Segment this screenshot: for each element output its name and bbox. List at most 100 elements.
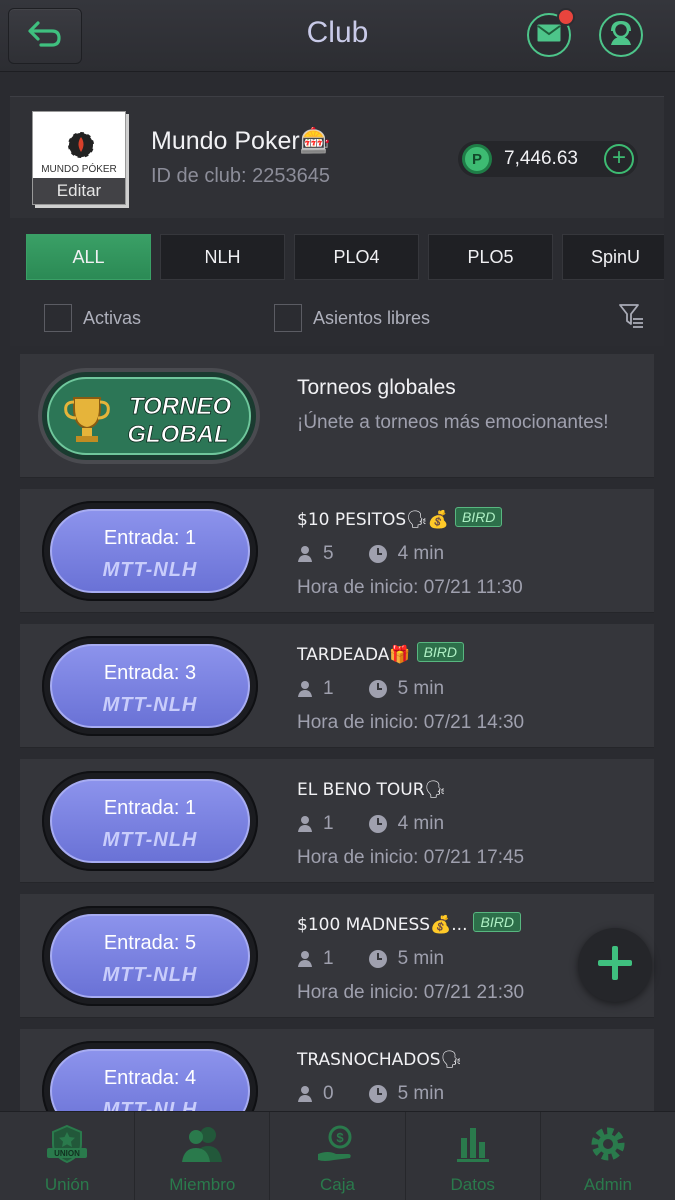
tournament-row[interactable]: Entrada: 4 MTT-NLH TRASNOCHADOS🗣 0 5 min: [20, 1029, 654, 1111]
mail-button[interactable]: [527, 8, 575, 57]
entry-button-face: Entrada: 5 MTT-NLH: [50, 914, 250, 998]
free-seats-checkbox[interactable]: [274, 304, 302, 332]
start-time: Hora de inicio: 07/21 11:30: [297, 577, 523, 598]
tournament-row[interactable]: Entrada: 3 MTT-NLH TARDEADA🎁 BIRD 1 5 min…: [20, 624, 654, 748]
union-shield-icon: UNION: [43, 1124, 91, 1169]
poker-chip-logo-icon: [66, 130, 96, 165]
blind-duration: 5 min: [397, 1083, 445, 1104]
tournament-name: TARDEADA🎁: [297, 645, 411, 665]
game-type: MTT-NLH: [102, 1099, 198, 1111]
entry-fee: Entrada: 1: [103, 797, 197, 819]
active-filter[interactable]: Activas: [44, 304, 141, 332]
start-time: Hora de inicio: 07/21 14:30: [297, 712, 525, 733]
bird-badge: BIRD: [416, 642, 465, 662]
tab-plo4[interactable]: PLO4: [294, 234, 419, 280]
tournament-row[interactable]: Entrada: 1 MTT-NLH $10 PESITOS🗣💰 BIRD 5 4…: [20, 489, 654, 613]
filter-panel: ALL NLH PLO4 PLO5 SpinU Activas Asientos…: [10, 218, 664, 346]
tournament-name-line: TARDEADA🎁 BIRD: [297, 642, 465, 666]
cashier-icon: $: [314, 1124, 362, 1169]
player-count: 0: [323, 1083, 334, 1104]
union-badge-text: UNION: [54, 1149, 80, 1158]
game-type: MTT-NLH: [102, 559, 198, 581]
player-count: 1: [323, 948, 334, 969]
person-icon: [297, 545, 313, 563]
tab-plo5[interactable]: PLO5: [428, 234, 553, 280]
tournament-stats: 5 4 min: [297, 543, 444, 565]
person-icon: [297, 680, 313, 698]
tournament-name-line: TRASNOCHADOS🗣: [297, 1047, 462, 1071]
global-tournaments-row[interactable]: TORNEO GLOBAL Torneos globales ¡Únete a …: [20, 354, 654, 478]
nav-cashier[interactable]: $ Caja: [270, 1112, 406, 1200]
entry-button[interactable]: Entrada: 1 MTT-NLH: [42, 771, 258, 871]
plus-icon: [595, 943, 635, 988]
active-checkbox[interactable]: [44, 304, 72, 332]
tournament-name: TRASNOCHADOS🗣: [297, 1050, 463, 1070]
balance-value: 7,446.63: [504, 148, 578, 169]
entry-fee: Entrada: 4: [103, 1067, 197, 1089]
tournament-name: EL BENO TOUR🗣: [297, 780, 447, 800]
torneo-global-badge: TORNEO GLOBAL: [38, 364, 260, 473]
entry-fee: Entrada: 5: [103, 932, 197, 954]
club-id: ID de club: 2253645: [151, 165, 331, 187]
svg-text:$: $: [336, 1130, 344, 1145]
nav-member[interactable]: Miembro: [135, 1112, 271, 1200]
global-tournaments-subtitle: ¡Únete a torneos más emocionantes!: [297, 412, 609, 433]
club-logo[interactable]: MUNDO PÓKER Editar: [32, 111, 126, 205]
game-type-tabs: ALL NLH PLO4 PLO5 SpinU: [26, 234, 664, 280]
tournament-row[interactable]: Entrada: 5 MTT-NLH $100 MADNESS💰... BIRD …: [20, 894, 654, 1018]
filter-icon[interactable]: [618, 302, 644, 335]
person-icon: [297, 815, 313, 833]
gear-icon: [584, 1124, 632, 1169]
bar-chart-icon: [449, 1124, 497, 1169]
tab-spinup[interactable]: SpinU: [562, 234, 664, 280]
coin-icon: P: [462, 144, 492, 174]
tournament-name-line: $100 MADNESS💰... BIRD: [297, 912, 521, 936]
blind-duration: 5 min: [397, 948, 445, 969]
tournament-stats: 0 5 min: [297, 1083, 444, 1105]
bottom-nav: UNION Unión Miembro $ Caja Datos Admin: [0, 1111, 675, 1200]
torneo-badge-line2: GLOBAL: [127, 421, 228, 448]
entry-button[interactable]: Entrada: 3 MTT-NLH: [42, 636, 258, 736]
top-bar: Club: [0, 0, 675, 72]
tournament-stats: 1 5 min: [297, 948, 444, 970]
tournament-name: $100 MADNESS💰...: [297, 915, 468, 935]
person-icon: [297, 1085, 313, 1103]
support-button[interactable]: [599, 13, 643, 57]
entry-button[interactable]: Entrada: 4 MTT-NLH: [42, 1041, 258, 1111]
blind-duration: 5 min: [397, 678, 445, 699]
entry-button[interactable]: Entrada: 5 MTT-NLH: [42, 906, 258, 1006]
entry-button-face: Entrada: 1 MTT-NLH: [50, 779, 250, 863]
tournament-name-line: $10 PESITOS🗣💰 BIRD: [297, 507, 503, 531]
tab-nlh[interactable]: NLH: [160, 234, 285, 280]
free-seats-filter[interactable]: Asientos libres: [274, 304, 430, 332]
balance-display: P 7,446.63 +: [458, 141, 638, 177]
start-time: Hora de inicio: 07/21 21:30: [297, 982, 525, 1003]
edit-logo-button[interactable]: Editar: [33, 178, 125, 204]
clock-icon: [368, 814, 388, 834]
add-balance-button[interactable]: +: [604, 144, 634, 174]
nav-data-label: Datos: [450, 1175, 495, 1194]
player-count: 1: [323, 813, 334, 834]
tournament-row[interactable]: Entrada: 1 MTT-NLH EL BENO TOUR🗣 1 4 min…: [20, 759, 654, 883]
nav-member-label: Miembro: [169, 1175, 236, 1194]
tab-all[interactable]: ALL: [26, 234, 151, 280]
create-table-button[interactable]: [578, 928, 652, 1002]
notification-dot: [557, 8, 575, 26]
members-icon: [178, 1124, 226, 1169]
entry-button-face: Entrada: 1 MTT-NLH: [50, 509, 250, 593]
support-agent-icon: [607, 19, 635, 52]
nav-data[interactable]: Datos: [406, 1112, 541, 1200]
clock-icon: [368, 679, 388, 699]
mail-icon: [536, 23, 562, 48]
game-type: MTT-NLH: [102, 829, 198, 851]
tournament-stats: 1 5 min: [297, 678, 444, 700]
blind-duration: 4 min: [397, 543, 445, 564]
nav-admin[interactable]: Admin: [541, 1112, 675, 1200]
nav-union[interactable]: UNION Unión: [0, 1112, 136, 1200]
clock-icon: [368, 544, 388, 564]
nav-admin-label: Admin: [583, 1175, 632, 1194]
clock-icon: [368, 1084, 388, 1104]
bird-badge: BIRD: [473, 912, 521, 932]
active-checkbox-label: Activas: [83, 307, 142, 328]
entry-button[interactable]: Entrada: 1 MTT-NLH: [42, 501, 258, 601]
